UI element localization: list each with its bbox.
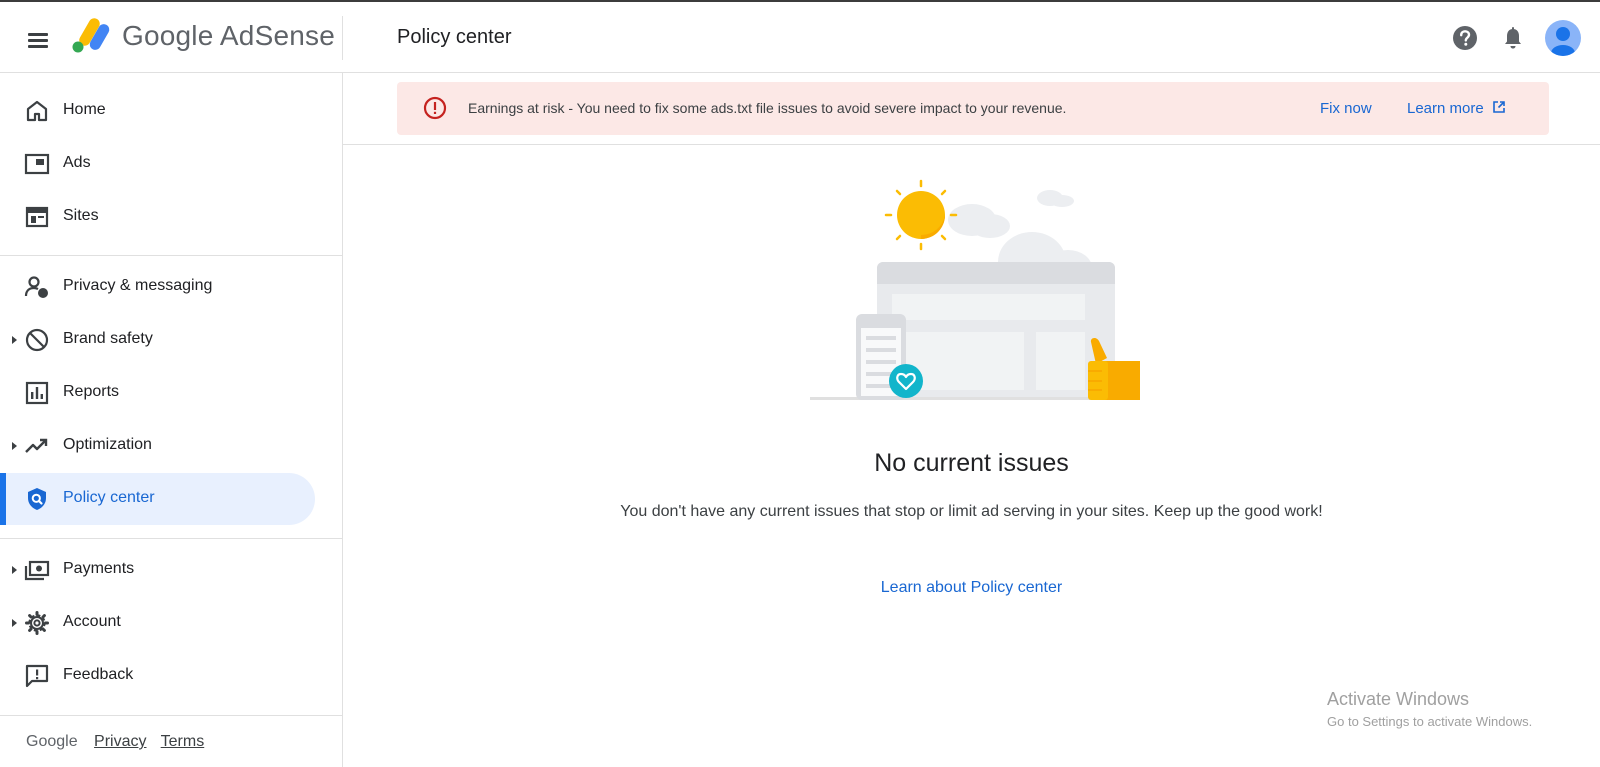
reports-icon: [25, 381, 49, 405]
ads-icon: [24, 153, 50, 175]
brand-name: Google AdSense: [122, 20, 335, 51]
sidebar-footer: Google Privacy Terms: [26, 733, 214, 751]
privacy-messaging-icon: [24, 276, 48, 298]
brand-safety-icon: [25, 328, 49, 352]
expand-caret-icon[interactable]: [12, 336, 17, 344]
sidebar-item-label: Sites: [63, 207, 99, 224]
sidebar-item-policy-center[interactable]: Policy center: [0, 473, 315, 525]
user-avatar[interactable]: [1545, 20, 1581, 56]
adsense-logo-icon: [72, 18, 110, 53]
sites-icon: [25, 206, 49, 228]
activate-windows-watermark: Activate Windows Go to Settings to activ…: [1327, 689, 1532, 729]
privacy-link[interactable]: Privacy: [94, 733, 146, 750]
sidebar-divider: [0, 715, 343, 716]
home-icon: [26, 100, 48, 122]
feedback-icon: [25, 664, 49, 688]
main-menu-button[interactable]: [22, 24, 54, 56]
payments-icon: [24, 560, 50, 581]
terms-link[interactable]: Terms: [161, 733, 205, 750]
sidebar-item-account[interactable]: Account: [0, 597, 315, 649]
no-issues-heading: No current issues: [874, 449, 1069, 477]
sidebar-item-label: Ads: [63, 154, 91, 171]
watermark-subtitle: Go to Settings to activate Windows.: [1327, 714, 1533, 729]
sidebar-nav: Home Ads Sites Privacy & messaging Brand…: [0, 73, 343, 767]
sidebar-item-label: Home: [63, 101, 106, 118]
optimization-trending-icon: [25, 438, 48, 453]
expand-caret-icon[interactable]: [12, 442, 17, 450]
sidebar-item-label: Feedback: [63, 666, 134, 683]
learn-about-policy-center-link-row: Learn about Policy center: [343, 579, 1600, 597]
sidebar-item-ads[interactable]: Ads: [0, 138, 315, 190]
account-gear-icon: [25, 611, 49, 635]
sidebar-item-sites[interactable]: Sites: [0, 191, 315, 243]
sidebar-item-label: Brand safety: [63, 330, 153, 347]
no-issues-description: You don't have any current issues that s…: [620, 503, 1323, 520]
learn-more-link[interactable]: Learn more: [1407, 100, 1484, 117]
sidebar-item-label: Reports: [63, 383, 120, 400]
alert-message: Earnings at risk - You need to fix some …: [468, 100, 1067, 116]
sidebar-item-optimization[interactable]: Optimization: [0, 420, 315, 472]
fix-now-button[interactable]: Fix now: [1320, 100, 1372, 117]
notifications-bell-icon[interactable]: [1497, 22, 1529, 54]
external-link-icon[interactable]: [1492, 100, 1506, 114]
user-avatar-icon: [1551, 27, 1575, 56]
help-icon[interactable]: [1449, 22, 1481, 54]
app-header: Google AdSense Policy center: [0, 2, 1600, 73]
header-divider: [342, 16, 343, 60]
expand-caret-icon[interactable]: [12, 566, 17, 574]
google-footer-logo: Google: [26, 733, 78, 750]
sidebar-item-privacy-messaging[interactable]: Privacy & messaging: [0, 261, 315, 313]
sidebar-item-home[interactable]: Home: [0, 85, 315, 137]
sidebar-item-brand-safety[interactable]: Brand safety: [0, 314, 315, 366]
sidebar-item-payments[interactable]: Payments: [0, 544, 315, 596]
no-issues-illustration: [810, 179, 1140, 400]
content-divider: [343, 144, 1600, 145]
page-title: Policy center: [397, 26, 512, 48]
sidebar-item-label: Account: [63, 613, 121, 630]
sidebar-divider: [0, 255, 343, 256]
sidebar-item-reports[interactable]: Reports: [0, 367, 315, 419]
expand-caret-icon[interactable]: [12, 619, 17, 627]
watermark-title: Activate Windows: [1327, 689, 1470, 709]
learn-about-policy-center-link[interactable]: Learn about Policy center: [881, 579, 1062, 596]
error-alert-icon: [423, 96, 447, 120]
sidebar-item-feedback[interactable]: Feedback: [0, 650, 315, 702]
sidebar-item-label: Optimization: [63, 436, 152, 453]
earnings-at-risk-alert: Earnings at risk - You need to fix some …: [397, 82, 1549, 135]
sidebar-divider: [0, 538, 343, 539]
sidebar-item-label: Policy center: [63, 489, 155, 506]
sidebar-item-label: Payments: [63, 560, 135, 577]
sidebar-item-label: Privacy & messaging: [63, 277, 213, 294]
policy-center-icon: [28, 488, 46, 510]
